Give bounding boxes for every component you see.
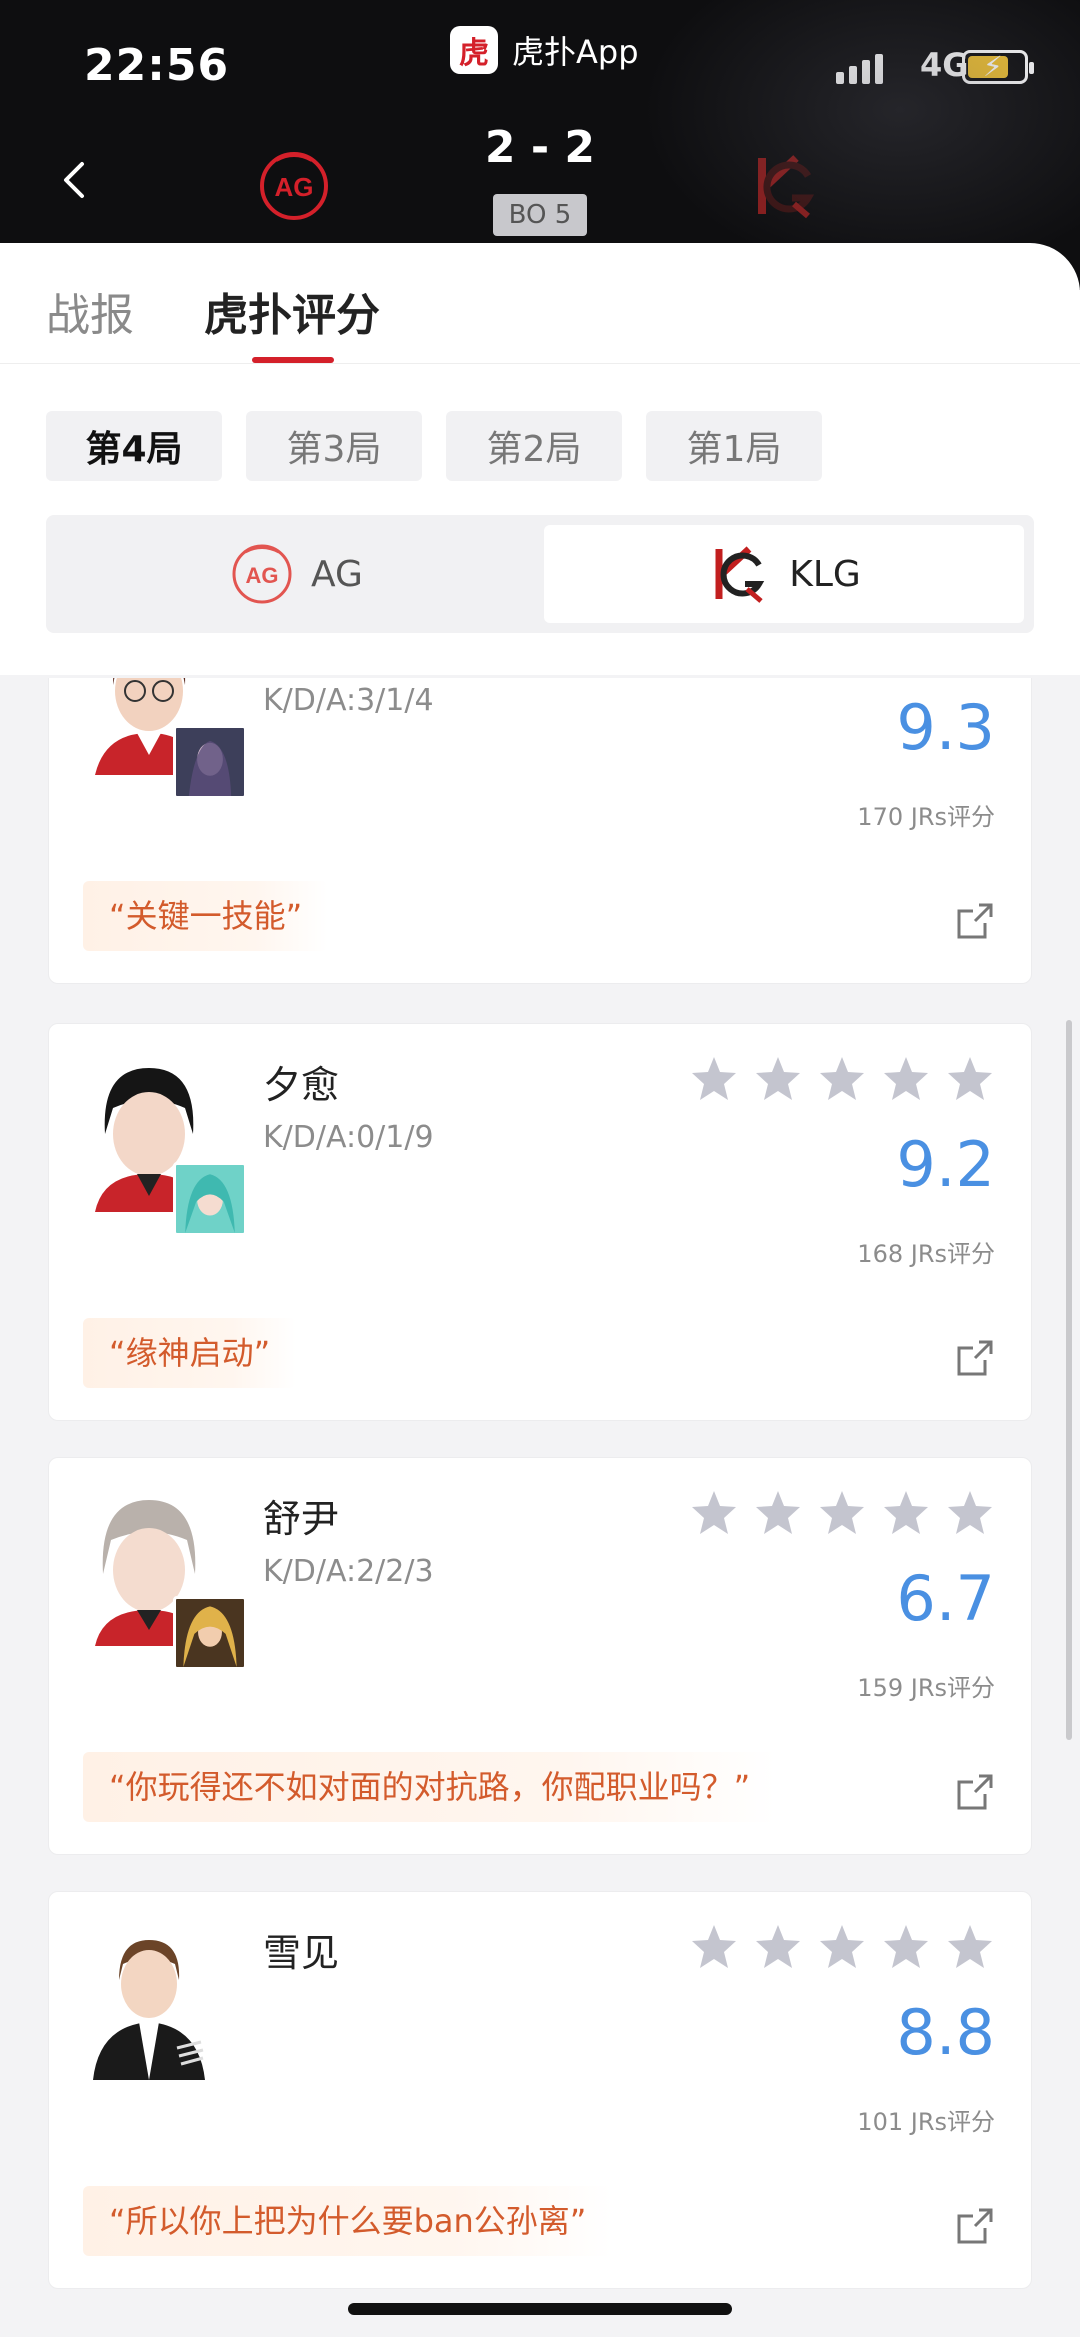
team-option-ag[interactable]: AG AG [56,525,536,623]
scrollbar[interactable] [1066,1020,1072,1740]
network-type: 4G [920,46,969,84]
star-icon[interactable] [817,1922,867,1972]
home-indicator[interactable] [348,2303,732,2315]
player-name: 雪见 [263,1931,340,1975]
top-comment[interactable]: “关键一技能” [83,881,329,951]
team-switcher: AG AG KLG [46,515,1034,633]
player-card[interactable]: 雪见 8.8 101 JRs评分 “所以你上把为什么要ban公孙离” [48,1891,1032,2289]
team-name-ag: AG [311,553,363,595]
rating-count: 101 JRs评分 [857,2108,995,2136]
share-icon[interactable] [955,1338,995,1378]
round-2-button[interactable]: 第2局 [446,411,622,481]
round-4-button[interactable]: 第4局 [46,411,222,481]
top-comment[interactable]: “你玩得还不如对面的对抗路，你配职业吗？” [83,1752,777,1822]
status-time: 22:56 [84,40,230,91]
star-icon[interactable] [817,1488,867,1538]
team-option-klg[interactable]: KLG [544,525,1024,623]
star-icon[interactable] [881,1488,931,1538]
klg-team-logo[interactable] [748,148,824,224]
hero-portrait [173,1596,247,1670]
match-score: 2 - 2 [484,122,596,173]
hero-portrait [173,1162,247,1236]
star-icon[interactable] [753,1922,803,1972]
star-icon[interactable] [881,1922,931,1972]
player-name: 夕愈 [263,1063,340,1107]
round-1-button[interactable]: 第1局 [646,411,822,481]
match-format-badge: BO 5 [493,194,587,236]
team-name-klg: KLG [789,553,861,595]
svg-text:AG: AG [275,172,314,202]
app-indicator: 虎 虎扑App [450,26,639,74]
status-bar: 22:56 虎 虎扑App 4G ⚡ [0,0,1080,135]
rating-count: 170 JRs评分 [857,803,995,831]
hupu-app-icon: 虎 [450,26,498,74]
star-icon[interactable] [689,1922,739,1972]
player-name: 舒尹 [263,1497,340,1541]
star-icon[interactable] [817,1054,867,1104]
svg-text:AG: AG [246,563,279,588]
player-avatar [85,1930,211,2080]
player-score: 8.8 [896,1996,995,2069]
app-name: 虎扑App [512,33,639,71]
star-icon[interactable] [689,1488,739,1538]
klg-logo-icon [715,546,765,603]
share-icon[interactable] [955,1772,995,1812]
player-card[interactable]: 夕愈 K/D/A:0/1/9 9.2 168 JRs评分 “缘神启动” [48,1023,1032,1421]
star-icon[interactable] [753,1054,803,1104]
star-icon[interactable] [945,1054,995,1104]
ag-logo-icon: AG [232,544,292,604]
share-icon[interactable] [955,2206,995,2246]
star-icon[interactable] [689,1054,739,1104]
rating-stars[interactable] [689,1488,995,1538]
star-icon[interactable] [753,1488,803,1538]
round-selector: 第4局 第3局 第2局 第1局 [46,411,822,481]
star-icon[interactable] [945,1488,995,1538]
tab-hupu-rating[interactable]: 虎扑评分 [204,279,380,343]
battery-icon: ⚡ [962,50,1034,84]
star-icon[interactable] [945,1922,995,1972]
tab-bar: 战报 虎扑评分 [0,243,1080,364]
top-comment[interactable]: “缘神启动” [83,1318,297,1388]
player-rating-list[interactable]: K/D/A:3/1/4 9.3 170 JRs评分 “关键一技能” 夕愈 K/D… [0,678,1080,2337]
rating-panel: 战报 虎扑评分 第4局 第3局 第2局 第1局 AG AG KLG [0,243,1080,675]
share-icon[interactable] [955,901,995,941]
hero-portrait [173,725,247,799]
player-score: 9.3 [896,691,995,764]
player-card[interactable]: K/D/A:3/1/4 9.3 170 JRs评分 “关键一技能” [48,678,1032,984]
active-tab-indicator [252,357,334,363]
player-kda: K/D/A:2/2/3 [263,1554,434,1589]
top-comment[interactable]: “所以你上把为什么要ban公孙离” [83,2186,613,2256]
tab-match-report[interactable]: 战报 [46,279,134,343]
player-kda: K/D/A:0/1/9 [263,1120,434,1155]
rating-count: 168 JRs评分 [857,1240,995,1268]
rating-stars[interactable] [689,1054,995,1104]
signal-icon [836,54,883,84]
rating-count: 159 JRs评分 [857,1674,995,1702]
rating-stars[interactable] [689,1922,995,1972]
star-icon[interactable] [881,1054,931,1104]
player-score: 9.2 [896,1128,995,1201]
round-3-button[interactable]: 第3局 [246,411,422,481]
player-score: 6.7 [896,1562,995,1635]
player-card[interactable]: 舒尹 K/D/A:2/2/3 6.7 159 JRs评分 “你玩得还不如对面的对… [48,1457,1032,1855]
player-kda: K/D/A:3/1/4 [263,683,434,718]
